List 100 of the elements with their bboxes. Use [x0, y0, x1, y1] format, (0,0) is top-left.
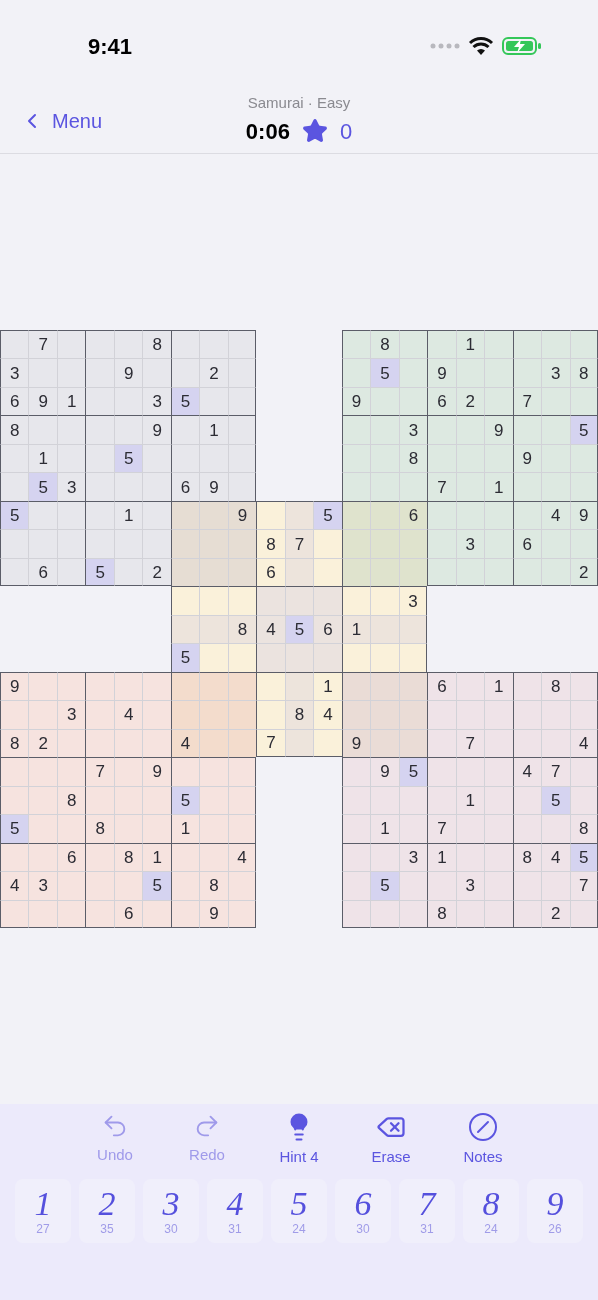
hint-button[interactable]: Hint 4	[264, 1112, 334, 1169]
sudoku-cell[interactable]: 7	[256, 728, 285, 758]
sudoku-cell[interactable]: 3	[455, 529, 485, 558]
sudoku-cell[interactable]: 3	[28, 871, 57, 900]
sudoku-cell[interactable]: 1	[170, 814, 200, 843]
sudoku-cell[interactable]: 5	[0, 500, 29, 530]
sudoku-cell[interactable]: 3	[56, 700, 86, 729]
sudoku-cell[interactable]: 7	[427, 472, 456, 501]
sudoku-cell[interactable]: 9	[0, 671, 29, 701]
sudoku-cell[interactable]: 4	[313, 700, 342, 729]
sudoku-cell[interactable]: 8	[0, 728, 29, 758]
sudoku-cell[interactable]: 9	[370, 757, 399, 786]
sudoku-cell[interactable]: 8	[370, 330, 399, 359]
sudoku-cell[interactable]: 2	[28, 728, 57, 758]
number-key[interactable]: 1 27	[15, 1178, 71, 1243]
sudoku-cell[interactable]: 2	[541, 899, 570, 928]
sudoku-cell[interactable]: 5	[313, 500, 342, 530]
sudoku-cell[interactable]: 6	[256, 557, 285, 587]
sudoku-cell[interactable]: 3	[398, 415, 428, 444]
sudoku-cell[interactable]: 7	[28, 330, 57, 359]
sudoku-cell[interactable]: 7	[569, 871, 598, 900]
sudoku-cell[interactable]: 8	[256, 529, 285, 558]
sudoku-cell[interactable]: 2	[142, 557, 171, 587]
number-key[interactable]: 2 35	[79, 1178, 135, 1243]
number-key[interactable]: 5 24	[271, 1178, 327, 1243]
sudoku-cell[interactable]: 6	[170, 472, 200, 501]
sudoku-cell[interactable]: 3	[541, 358, 570, 387]
sudoku-cell[interactable]: 4	[512, 757, 542, 786]
key-digit: 3	[162, 1186, 180, 1221]
number-key[interactable]: 4 31	[207, 1178, 263, 1243]
key-count: 26	[548, 1222, 562, 1235]
sudoku-cell[interactable]: 3	[56, 472, 86, 501]
key-digit: 2	[98, 1186, 116, 1221]
key-digit: 8	[482, 1186, 500, 1221]
sudoku-cell[interactable]: 6	[313, 614, 342, 644]
sudoku-cell[interactable]: 8	[569, 358, 598, 387]
erase-button[interactable]: Erase	[356, 1112, 426, 1169]
sudoku-cell[interactable]: 4	[541, 842, 570, 872]
sudoku-cell[interactable]: 5	[170, 643, 200, 672]
sudoku-cell[interactable]: 9	[142, 757, 171, 786]
sudoku-cell[interactable]: 8	[284, 700, 314, 729]
sudoku-cell[interactable]: 9	[484, 415, 513, 444]
sudoku-cell[interactable]: 9	[427, 358, 456, 387]
sudoku-cell[interactable]: 1	[484, 671, 513, 701]
sudoku-cell[interactable]: 1	[484, 472, 513, 501]
sudoku-cell[interactable]: 8	[427, 899, 456, 928]
sudoku-cell[interactable]: 1	[455, 330, 485, 359]
sudoku-cell[interactable]: 9	[142, 415, 171, 444]
sudoku-cell[interactable]: 1	[370, 814, 399, 843]
sudoku-cell[interactable]: 6	[512, 529, 542, 558]
sudoku-cell[interactable]: 6	[28, 557, 57, 587]
sudoku-cell[interactable]: 5	[398, 757, 428, 786]
sudoku-cell[interactable]: 1	[313, 671, 342, 701]
back-button[interactable]: Menu	[0, 105, 103, 136]
notes-button[interactable]: Notes	[448, 1112, 518, 1169]
sudoku-cell[interactable]: 5	[85, 557, 114, 587]
sudoku-cell[interactable]: 8	[0, 415, 29, 444]
sudoku-cell[interactable]: 3	[398, 586, 428, 615]
sudoku-cell[interactable]: 8	[199, 871, 228, 900]
sudoku-cell[interactable]: 5	[142, 871, 171, 900]
sudoku-cell[interactable]: 5	[28, 472, 57, 501]
sudoku-cell[interactable]: 7	[284, 529, 314, 558]
sudoku-cell[interactable]: 6	[0, 386, 29, 416]
sudoku-cell[interactable]: 6	[427, 671, 456, 701]
number-key[interactable]: 3 30	[143, 1178, 199, 1243]
sudoku-cell[interactable]: 7	[85, 757, 114, 786]
sudoku-cell[interactable]: 8	[142, 330, 171, 359]
sudoku-cell[interactable]: 3	[455, 871, 485, 900]
sudoku-cell[interactable]: 1	[427, 842, 456, 872]
sudoku-cell[interactable]: 4	[541, 500, 570, 530]
sudoku-cell[interactable]: 5	[370, 358, 399, 387]
sudoku-cell[interactable]: 4	[256, 614, 285, 644]
sudoku-cell[interactable]: 1	[28, 443, 57, 473]
sudoku-cell[interactable]: 5	[370, 871, 399, 900]
sudoku-cell[interactable]: 9	[199, 472, 228, 501]
sudoku-cell[interactable]: 1	[142, 842, 171, 872]
sudoku-cell[interactable]: 9	[28, 386, 57, 416]
sudoku-cell[interactable]: 5	[0, 814, 29, 843]
sudoku-cell[interactable]: 7	[427, 814, 456, 843]
number-key[interactable]: 8 24	[463, 1178, 519, 1243]
sudoku-cell[interactable]: 8	[541, 671, 570, 701]
sudoku-cell[interactable]: 6	[427, 386, 456, 416]
sudoku-cell[interactable]: 3	[142, 386, 171, 416]
key-digit: 6	[354, 1186, 372, 1221]
sudoku-cell[interactable]: 9	[113, 358, 143, 387]
sudoku-cell[interactable]: 8	[569, 814, 598, 843]
number-key[interactable]: 7 31	[399, 1178, 455, 1243]
sudoku-cell[interactable]: 7	[541, 757, 570, 786]
sudoku-cell[interactable]: 2	[199, 358, 228, 387]
sudoku-cell[interactable]: 4	[113, 700, 143, 729]
sudoku-cell[interactable]: 9	[199, 899, 228, 928]
number-key[interactable]: 6 30	[335, 1178, 391, 1243]
sudoku-cell[interactable]: 5	[569, 415, 598, 444]
number-key[interactable]: 9 26	[527, 1178, 583, 1243]
sudoku-cell[interactable]: 5	[541, 785, 570, 815]
sudoku-cell[interactable]: 9	[341, 386, 371, 416]
sudoku-cell[interactable]: 3	[0, 358, 29, 387]
sudoku-cell[interactable]: 8	[85, 814, 114, 843]
sudoku-cell[interactable]: 4	[0, 871, 29, 900]
sudoku-cell[interactable]: 1	[199, 415, 228, 444]
